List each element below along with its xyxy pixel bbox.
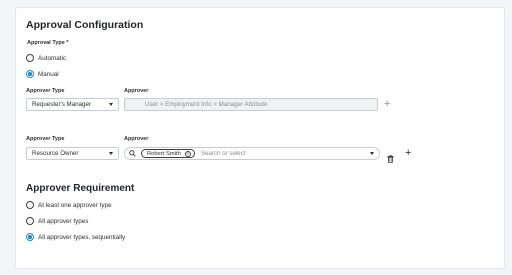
row1-approver-type-select[interactable]: Requester's Manager — [26, 98, 119, 111]
row2-approver-label: Approver — [124, 136, 149, 142]
radio-all-sequential[interactable]: All approver types, sequentially — [26, 232, 125, 242]
radio-at-least-one-label: At least one approver type — [38, 201, 112, 209]
radio-automatic-label: Automatic — [38, 54, 66, 62]
section-title: Approval Configuration — [26, 19, 144, 31]
radio-circle[interactable] — [26, 201, 34, 209]
approver-chip-label: Robert Smith — [147, 150, 181, 157]
trash-icon[interactable] — [387, 150, 394, 168]
caret-down-icon — [109, 152, 113, 155]
row1-approver-type-value: Requester's Manager — [32, 101, 91, 108]
requirement-title: Approver Requirement — [26, 183, 135, 194]
radio-all-sequential-label: All approver types, sequentially — [38, 233, 126, 241]
search-icon — [129, 150, 136, 157]
radio-manual-label: Manual — [38, 70, 59, 78]
radio-circle-checked[interactable] — [26, 233, 34, 241]
radio-all-types[interactable]: All approver types — [26, 216, 88, 226]
caret-down-icon[interactable] — [370, 152, 374, 155]
plus-icon[interactable]: + — [384, 99, 390, 110]
radio-automatic[interactable]: Automatic — [26, 53, 66, 63]
approver-chip[interactable]: Robert Smith × — [141, 149, 195, 158]
row1-approver-type-label: Approver Type — [26, 88, 65, 94]
row2-approver-type-label: Approver Type — [26, 136, 65, 142]
plus-icon[interactable]: + — [405, 148, 411, 159]
row2-approver-type-value: Resource Owner — [32, 150, 79, 157]
radio-circle[interactable] — [26, 217, 34, 225]
approval-config-card: Approval Configuration Approval Type * A… — [15, 7, 505, 269]
close-circle-icon[interactable]: × — [184, 150, 191, 157]
row2-approver-type-select[interactable]: Resource Owner — [26, 147, 119, 160]
search-placeholder[interactable]: Search or select — [201, 150, 370, 157]
radio-circle[interactable] — [26, 54, 34, 62]
radio-all-types-label: All approver types — [38, 217, 89, 225]
radio-manual[interactable]: Manual — [26, 69, 59, 79]
row1-approver-value: User > Employment Info > Manager Attribu… — [145, 101, 268, 108]
caret-down-icon — [109, 103, 113, 106]
radio-circle-checked[interactable] — [26, 70, 34, 78]
row1-approver-field: User > Employment Info > Manager Attribu… — [124, 98, 378, 111]
radio-at-least-one[interactable]: At least one approver type — [26, 200, 112, 210]
approval-type-label: Approval Type * — [27, 40, 69, 46]
row1-approver-label: Approver — [124, 88, 149, 94]
row2-approver-select[interactable]: Robert Smith × Search or select — [124, 147, 380, 160]
